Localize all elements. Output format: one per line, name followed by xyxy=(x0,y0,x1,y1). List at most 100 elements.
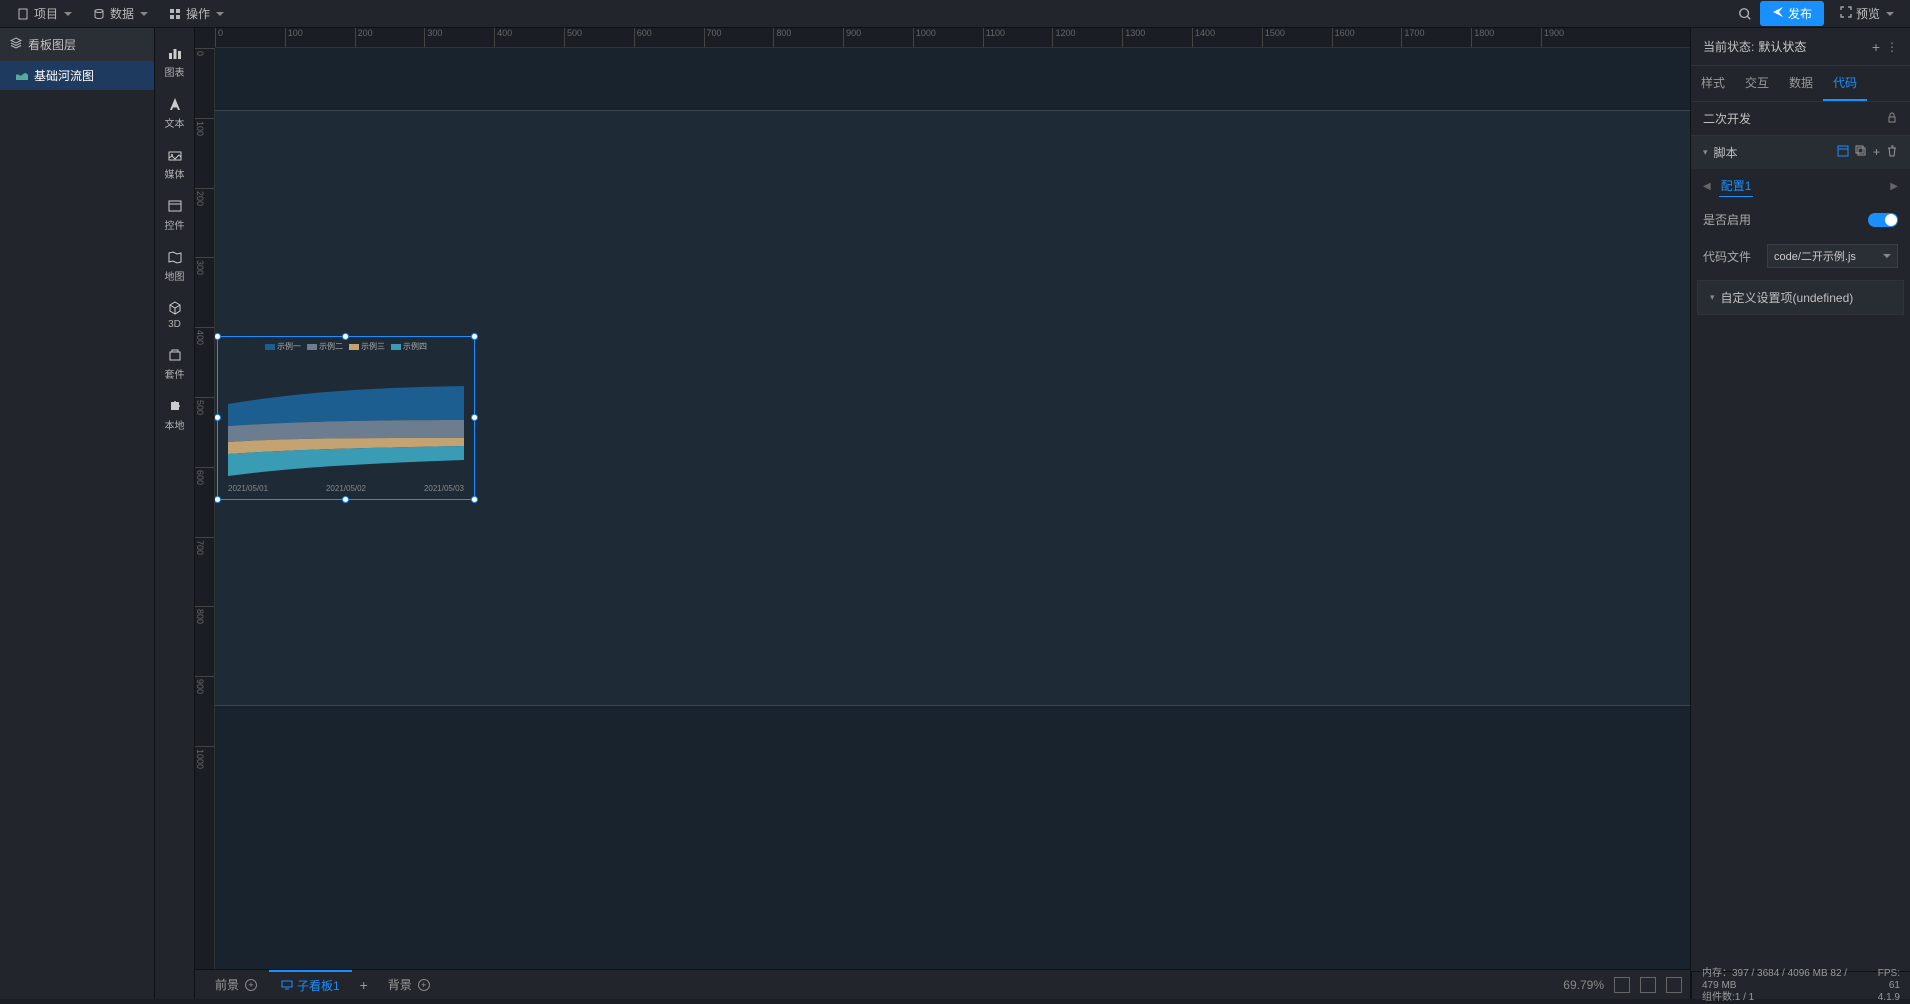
comp-map[interactable]: 地图 xyxy=(155,240,194,291)
preview-button[interactable]: 预览 xyxy=(1832,1,1902,26)
tab-code[interactable]: 代码 xyxy=(1823,66,1867,101)
prev-script-icon[interactable]: ◀ xyxy=(1703,181,1711,192)
actual-size-icon[interactable] xyxy=(1640,977,1656,993)
bottom-tab-bar: 前景 + 子看板1 + 背景 + 69.79% xyxy=(195,969,1690,999)
next-script-icon[interactable]: ▶ xyxy=(1890,181,1898,192)
codefile-label: 代码文件 xyxy=(1703,248,1759,265)
comp-label: 文本 xyxy=(165,115,185,130)
chevron-down-icon xyxy=(140,12,148,16)
ruler-h-tick: 1900 xyxy=(1541,28,1564,47)
ruler-v-tick: 200 xyxy=(195,188,214,206)
text-icon xyxy=(166,95,184,113)
legend-item: 示例一 xyxy=(265,342,301,351)
control-icon xyxy=(166,197,184,215)
layer-item-river-chart[interactable]: 基础河流图 xyxy=(0,61,154,90)
ruler-h-tick: 1200 xyxy=(1052,28,1075,47)
bar-chart-icon xyxy=(166,44,184,62)
ruler-vertical: 01002003004005006007008009001000 xyxy=(195,48,215,969)
status-memory: 内存：397 / 3684 / 4096 MB 82 / 479 MB 组件数:… xyxy=(1702,968,1854,1004)
ruler-h-tick: 1400 xyxy=(1192,28,1215,47)
publish-button[interactable]: 发布 xyxy=(1760,1,1824,26)
add-icon[interactable]: + xyxy=(418,979,430,991)
ruler-h-tick: 1600 xyxy=(1332,28,1355,47)
zoom-value: 69.79% xyxy=(1563,978,1604,992)
codefile-select[interactable]: code/二开示例.js xyxy=(1767,244,1898,268)
resize-handle-n[interactable] xyxy=(342,333,349,340)
resize-handle-ne[interactable] xyxy=(471,333,478,340)
resize-handle-e[interactable] xyxy=(471,414,478,421)
tab-style[interactable]: 样式 xyxy=(1691,66,1735,101)
comp-media[interactable]: 媒体 xyxy=(155,138,194,189)
puzzle-icon xyxy=(166,397,184,415)
version-value: 4.1.9 xyxy=(1870,992,1900,1004)
cube-icon xyxy=(166,299,184,317)
ruler-v-tick: 100 xyxy=(195,118,214,136)
menu-data[interactable]: 数据 xyxy=(84,1,156,26)
comp-text[interactable]: 文本 xyxy=(155,87,194,138)
chevron-down-icon: ▾ xyxy=(1703,147,1708,158)
comp-label: 图表 xyxy=(165,64,185,79)
fps-label: FPS: xyxy=(1878,968,1900,979)
menu-right-group: 发布 预览 xyxy=(1738,1,1902,26)
lock-icon[interactable] xyxy=(1886,111,1898,126)
selection-box[interactable]: 示例一示例二示例三示例四 2021/05/012021/05/022021/05… xyxy=(217,336,475,500)
legend-item: 示例三 xyxy=(349,342,385,351)
enable-toggle[interactable] xyxy=(1868,213,1898,227)
search-icon[interactable] xyxy=(1738,7,1752,21)
preview-label: 预览 xyxy=(1856,5,1880,22)
comp-local[interactable]: 本地 xyxy=(155,389,194,440)
ruler-h-tick: 1500 xyxy=(1262,28,1285,47)
script-section-label: 脚本 xyxy=(1714,144,1738,161)
comp-label: 本地 xyxy=(165,417,185,432)
tab-data[interactable]: 数据 xyxy=(1779,66,1823,101)
comp-3d[interactable]: 3D xyxy=(155,291,194,338)
chevron-down-icon xyxy=(64,12,72,16)
comp-control[interactable]: 控件 xyxy=(155,189,194,240)
ruler-horizontal: 0100200300400500600700800900100011001200… xyxy=(215,28,1690,48)
tab-subpanel[interactable]: 子看板1 xyxy=(269,970,352,999)
resize-handle-s[interactable] xyxy=(342,496,349,503)
ruler-v-tick: 600 xyxy=(195,467,214,485)
copy-icon[interactable] xyxy=(1855,145,1867,160)
chevron-down-icon xyxy=(216,12,224,16)
ruler-v-tick: 700 xyxy=(195,537,214,555)
state-value[interactable]: 默认状态 xyxy=(1758,38,1806,55)
add-icon[interactable]: + xyxy=(245,979,257,991)
canvas-body: 01002003004005006007008009001000 示例一示例二示… xyxy=(195,48,1690,969)
menu-operation[interactable]: 操作 xyxy=(160,1,232,26)
add-tab-button[interactable]: + xyxy=(352,977,376,993)
comp-chart[interactable]: 图表 xyxy=(155,36,194,87)
comp-label: 控件 xyxy=(165,217,185,232)
codefile-value: code/二开示例.js xyxy=(1774,248,1856,264)
publish-label: 发布 xyxy=(1788,5,1812,22)
ruler-v-tick: 900 xyxy=(195,676,214,694)
resize-handle-se[interactable] xyxy=(471,496,478,503)
script-tab-config1[interactable]: 配置1 xyxy=(1719,175,1754,197)
grid-toggle-icon[interactable] xyxy=(1666,977,1682,993)
ruler-v-tick: 800 xyxy=(195,606,214,624)
ruler-h-tick: 1800 xyxy=(1471,28,1494,47)
menu-project[interactable]: 项目 xyxy=(8,1,80,26)
add-state-button[interactable]: + xyxy=(1872,39,1880,55)
state-label: 当前状态: xyxy=(1703,38,1754,55)
media-icon xyxy=(166,146,184,164)
layout-icon[interactable] xyxy=(1837,145,1849,160)
more-icon[interactable]: ⋮ xyxy=(1886,40,1898,54)
add-script-icon[interactable]: + xyxy=(1873,145,1880,160)
comp-suite[interactable]: 套件 xyxy=(155,338,194,389)
script-tab-bar: ◀ 配置1 ▶ xyxy=(1691,169,1910,203)
tab-background[interactable]: 背景 + xyxy=(376,970,442,999)
ruler-h-tick: 800 xyxy=(773,28,791,47)
canvas[interactable]: 示例一示例二示例三示例四 2021/05/012021/05/022021/05… xyxy=(215,48,1690,969)
tab-interact[interactable]: 交互 xyxy=(1735,66,1779,101)
ruler-h-tick: 1300 xyxy=(1122,28,1145,47)
comp-label: 媒体 xyxy=(165,166,185,181)
x-axis-tick: 2021/05/03 xyxy=(424,484,464,493)
script-tools: + xyxy=(1837,145,1898,160)
fit-screen-icon[interactable] xyxy=(1614,977,1630,993)
script-section-header[interactable]: ▾ 脚本 + xyxy=(1691,136,1910,169)
delete-icon[interactable] xyxy=(1886,145,1898,160)
tab-foreground[interactable]: 前景 + xyxy=(203,970,269,999)
chart-river-icon xyxy=(16,69,28,83)
custom-settings-section[interactable]: ▾ 自定义设置项(undefined) xyxy=(1697,280,1904,315)
